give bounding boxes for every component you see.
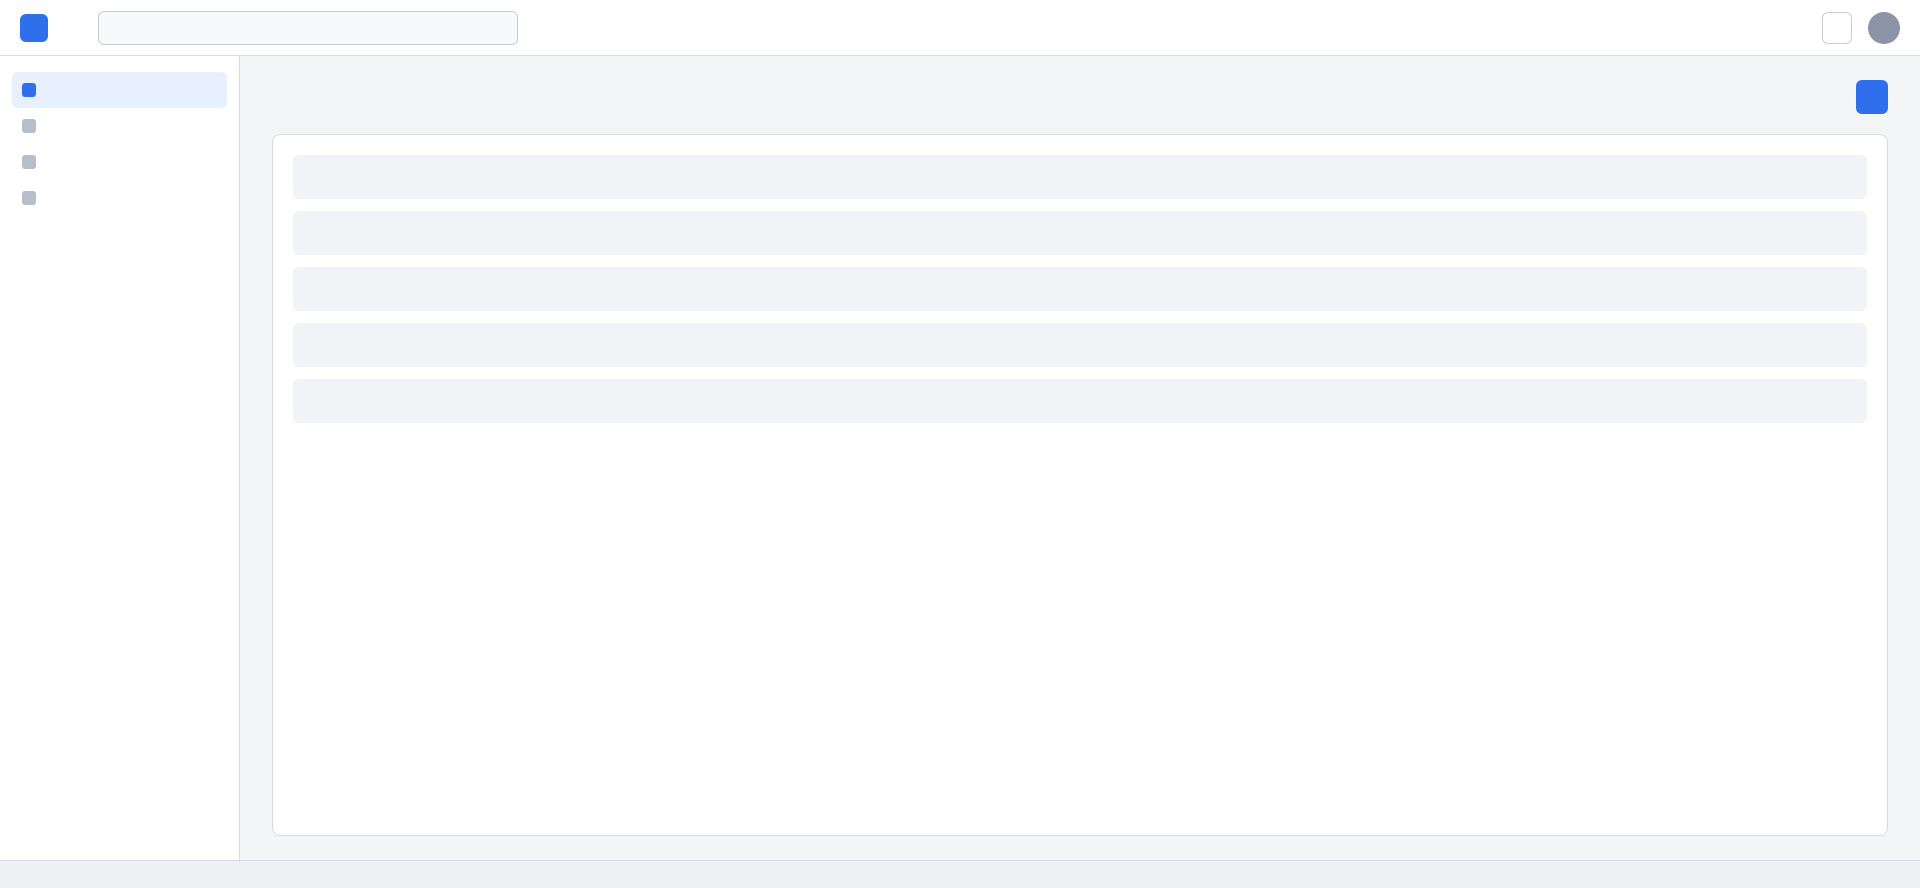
sidebar-item-4[interactable]	[12, 180, 227, 216]
sidebar-item-1[interactable]	[12, 72, 227, 108]
list-item[interactable]	[293, 267, 1867, 311]
application-window	[0, 0, 1920, 888]
main-content	[240, 56, 1920, 860]
list-item[interactable]	[293, 379, 1867, 423]
sidebar	[0, 56, 240, 860]
content-header	[272, 80, 1888, 114]
nav-icon	[22, 191, 36, 205]
list-item[interactable]	[293, 155, 1867, 199]
primary-button[interactable]	[1856, 80, 1888, 114]
nav-icon	[22, 119, 36, 133]
brand	[20, 13, 58, 42]
top-bar	[0, 0, 1920, 56]
list-item[interactable]	[293, 211, 1867, 255]
workspace	[0, 56, 1920, 860]
sidebar-item-2[interactable]	[12, 108, 227, 144]
nav-icon	[22, 155, 36, 169]
toolbar-button[interactable]	[1822, 11, 1852, 44]
sidebar-item-3[interactable]	[12, 144, 227, 180]
avatar[interactable]	[1868, 11, 1900, 44]
list-item[interactable]	[293, 323, 1867, 367]
app-logo	[20, 13, 48, 42]
search-input[interactable]	[98, 10, 518, 45]
status-bar	[0, 860, 1920, 888]
content-panel	[272, 134, 1888, 836]
nav-icon	[22, 83, 36, 97]
